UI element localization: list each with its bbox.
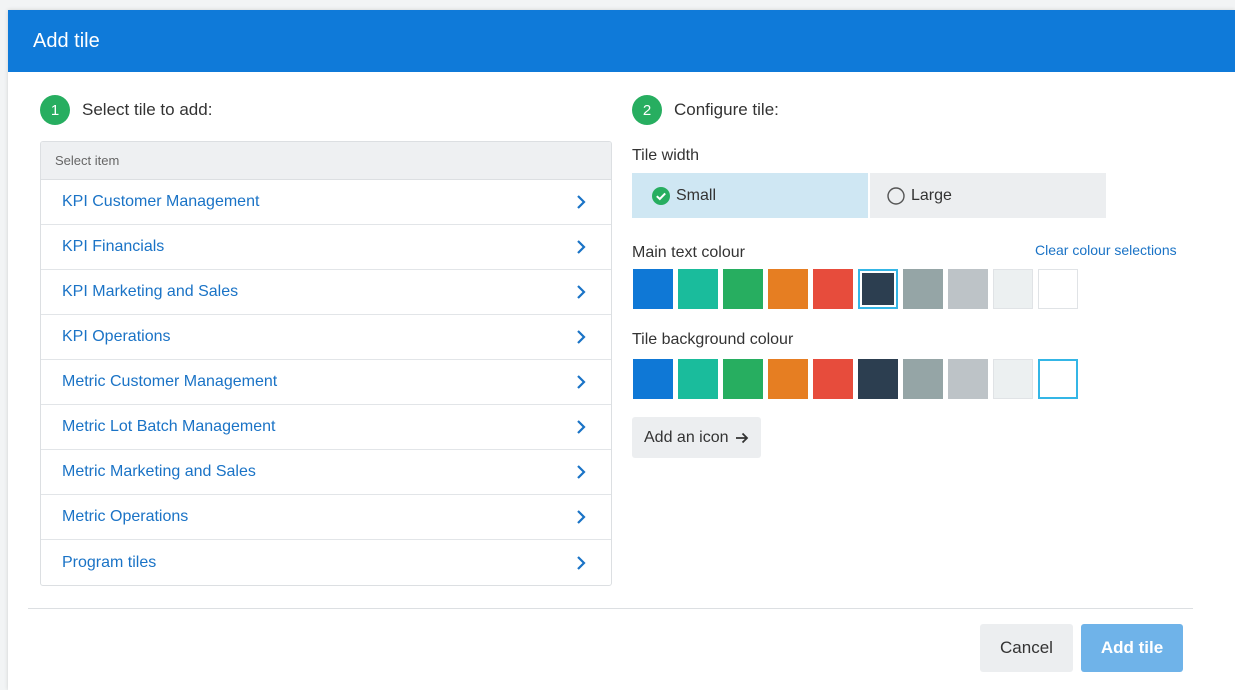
list-item-label: KPI Customer Management (62, 193, 260, 210)
width-option-small-label: Small (676, 186, 717, 204)
background-colour-swatch[interactable] (768, 359, 808, 399)
main-text-colour-swatch[interactable] (768, 269, 808, 309)
chevron-right-icon (575, 464, 587, 480)
main-text-colour-swatch[interactable] (1038, 269, 1078, 309)
background-colour-swatch[interactable] (678, 359, 718, 399)
step-1-badge: 1 (40, 95, 70, 125)
list-item-label: Metric Customer Management (62, 373, 278, 390)
dialog-title: Add tile (33, 29, 100, 52)
add-tile-dialog: Add tile 1 Select tile to add: 2 Configu… (8, 10, 1235, 690)
footer-divider (28, 608, 1193, 609)
chevron-right-icon (575, 329, 587, 345)
step-1-label: Select tile to add: (82, 100, 213, 119)
chevron-right-icon (575, 509, 587, 525)
cancel-button[interactable]: Cancel (980, 624, 1073, 672)
width-option-large[interactable]: Large (870, 173, 1106, 218)
tile-list-header: Select item (41, 142, 611, 180)
main-text-colour-swatch[interactable] (723, 269, 763, 309)
step-configure-tile: 2 Configure tile: (632, 95, 779, 125)
chevron-right-icon (575, 284, 587, 300)
tile-background-colour-label: Tile background colour (632, 331, 794, 348)
step-select-tile: 1 Select tile to add: (40, 95, 212, 125)
list-item-kpi-customer-management[interactable]: KPI Customer Management (41, 180, 611, 225)
list-item-label: Metric Lot Batch Management (62, 418, 276, 435)
background-colour-swatch[interactable] (1038, 359, 1078, 399)
list-item-kpi-financials[interactable]: KPI Financials (41, 225, 611, 270)
step-2-label: Configure tile: (674, 100, 779, 119)
chevron-right-icon (575, 374, 587, 390)
list-item-label: KPI Financials (62, 238, 165, 255)
list-item-metric-customer-management[interactable]: Metric Customer Management (41, 360, 611, 405)
main-text-colour-swatches (633, 269, 1083, 309)
background-colour-swatch[interactable] (858, 359, 898, 399)
add-an-icon-label: Add an icon (644, 428, 729, 446)
list-item-label: Program tiles (62, 553, 157, 571)
list-item-label: Metric Marketing and Sales (62, 463, 256, 480)
width-option-large-label: Large (911, 186, 952, 204)
tile-list-header-label: Select item (55, 153, 120, 168)
clear-colour-selections-link[interactable]: Clear colour selections (1035, 242, 1177, 258)
main-text-colour-swatch[interactable] (633, 269, 673, 309)
width-option-small[interactable]: Small (632, 173, 868, 218)
main-text-colour-swatch[interactable] (993, 269, 1033, 309)
background-colour-swatch[interactable] (948, 359, 988, 399)
add-tile-button[interactable]: Add tile (1081, 624, 1183, 672)
chevron-right-icon (575, 194, 587, 210)
list-item-metric-marketing-and-sales[interactable]: Metric Marketing and Sales (41, 450, 611, 495)
background-colour-swatch[interactable] (723, 359, 763, 399)
list-item-label: KPI Operations (62, 328, 171, 345)
main-text-colour-swatch[interactable] (903, 269, 943, 309)
tile-background-colour-swatches (633, 359, 1083, 399)
main-text-colour-swatch[interactable] (948, 269, 988, 309)
chevron-right-icon (575, 555, 587, 571)
radio-empty-icon (887, 186, 905, 205)
check-circle-icon (652, 186, 670, 205)
list-item-program-tiles[interactable]: Program tiles (41, 540, 611, 585)
arrow-right-icon (735, 431, 749, 445)
list-item-metric-lot-batch-management[interactable]: Metric Lot Batch Management (41, 405, 611, 450)
tile-width-toggle: Small Large (632, 173, 1106, 218)
main-text-colour-swatch[interactable] (858, 269, 898, 309)
background-colour-swatch[interactable] (633, 359, 673, 399)
chevron-right-icon (575, 239, 587, 255)
add-an-icon-button[interactable]: Add an icon (632, 417, 761, 458)
chevron-right-icon (575, 419, 587, 435)
dialog-header: Add tile (8, 10, 1235, 72)
tile-list: Select item KPI Customer Management KPI … (40, 141, 612, 586)
step-2-badge: 2 (632, 95, 662, 125)
background-colour-swatch[interactable] (993, 359, 1033, 399)
main-text-colour-swatch[interactable] (678, 269, 718, 309)
list-item-metric-operations[interactable]: Metric Operations (41, 495, 611, 540)
list-item-kpi-marketing-and-sales[interactable]: KPI Marketing and Sales (41, 270, 611, 315)
main-text-colour-label: Main text colour (632, 244, 745, 261)
background-colour-swatch[interactable] (903, 359, 943, 399)
background-colour-swatch[interactable] (813, 359, 853, 399)
list-item-label: KPI Marketing and Sales (62, 283, 239, 300)
list-item-kpi-operations[interactable]: KPI Operations (41, 315, 611, 360)
tile-width-label: Tile width (632, 147, 699, 164)
list-item-label: Metric Operations (62, 508, 189, 525)
main-text-colour-swatch[interactable] (813, 269, 853, 309)
